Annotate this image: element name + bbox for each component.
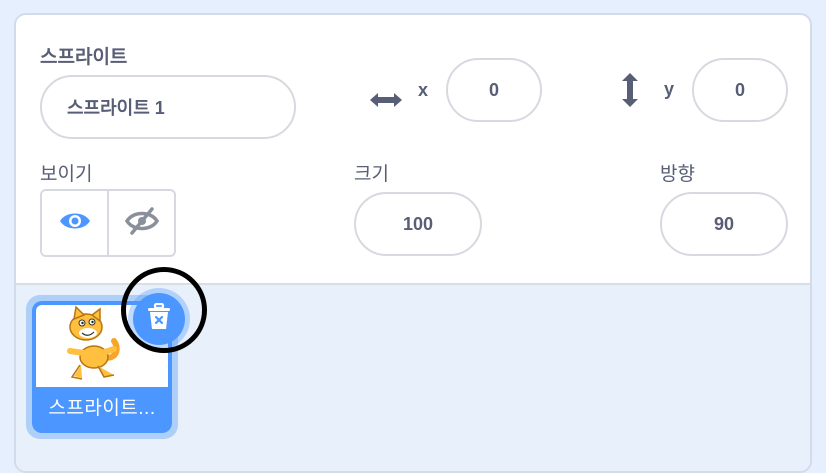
vertical-arrow-icon [620, 71, 640, 114]
eye-icon [58, 210, 92, 237]
sprite-name-label: 스프라이트 [40, 47, 128, 68]
sprite-name-input[interactable]: 스프라이트 1 [40, 75, 296, 139]
size-input[interactable]: 100 [354, 192, 482, 256]
sprite-info-panel: 스프라이트 스프라이트 1 x 0 y 0 보이기 크기 100 방향 90 스… [14, 13, 812, 473]
direction-label: 방향 [660, 164, 695, 185]
direction-input[interactable]: 90 [660, 192, 788, 256]
show-sprite-button[interactable] [42, 191, 107, 255]
eye-slash-icon [124, 206, 159, 241]
y-position-input[interactable]: 0 [692, 58, 788, 122]
sprite-properties: 스프라이트 스프라이트 1 x 0 y 0 보이기 크기 100 방향 90 [16, 15, 810, 285]
x-position-input[interactable]: 0 [446, 58, 542, 122]
sprite-list-area: 스프라이트... [16, 285, 810, 471]
y-axis-label: y [664, 79, 675, 99]
trash-icon [147, 302, 171, 336]
hide-sprite-button[interactable] [107, 191, 174, 255]
delete-sprite-button[interactable] [133, 293, 185, 345]
size-label: 크기 [354, 164, 389, 185]
horizontal-arrow-icon [368, 89, 404, 116]
x-axis-label: x [418, 80, 429, 100]
show-label: 보이기 [40, 164, 93, 185]
sprite-tile-name: 스프라이트... [48, 398, 156, 419]
visibility-toggle [40, 189, 176, 257]
